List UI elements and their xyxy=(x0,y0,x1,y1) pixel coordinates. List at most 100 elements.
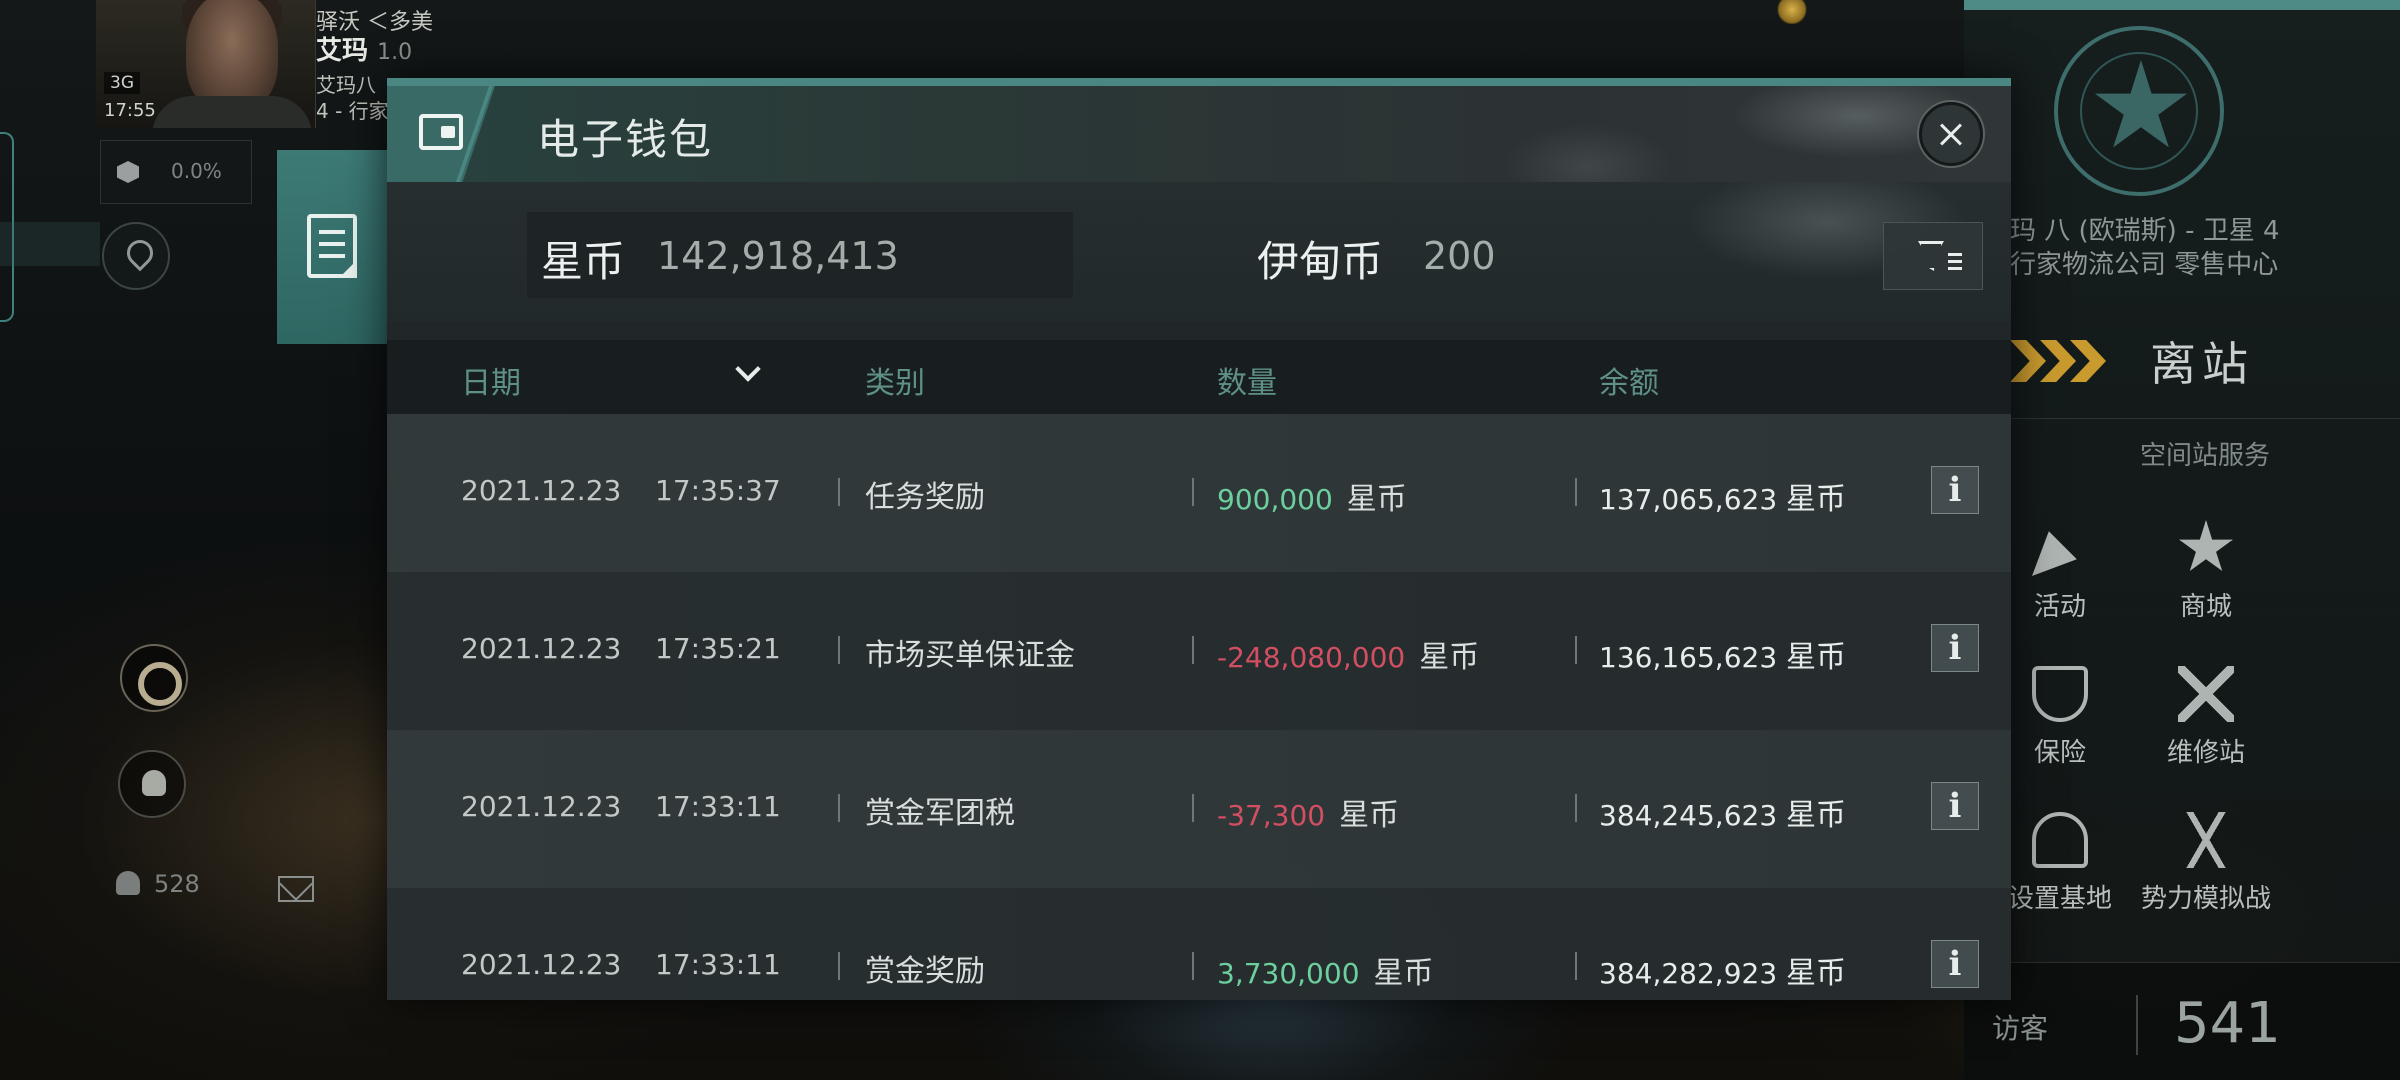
row-balance-value: 384,245,623 xyxy=(1599,799,1778,832)
info-icon[interactable]: i xyxy=(1931,782,1979,830)
row-balance-unit: 星币 xyxy=(1786,798,1847,833)
service-set-base[interactable]: 设置基地 xyxy=(1990,812,2130,915)
cargo-percent: 0.0% xyxy=(171,159,222,183)
balance-row: 星币 142,918,413 伊甸币 200 xyxy=(387,182,2011,322)
service-shop[interactable]: 商城 xyxy=(2136,520,2276,623)
chevron-right-icon xyxy=(2010,340,2046,382)
row-balance: 384,282,923 星币 xyxy=(1599,948,1846,992)
row-date: 2021.12.23 xyxy=(461,632,622,665)
row-category: 任务奖励 xyxy=(865,480,985,515)
row-balance-value: 137,065,623 xyxy=(1599,483,1778,516)
undock-button[interactable]: 离站 xyxy=(2010,318,2400,398)
row-amount: 900,000 星币 xyxy=(1217,474,1407,518)
row-date: 2021.12.23 xyxy=(461,790,622,823)
column-divider xyxy=(1575,952,1577,980)
corporation-emblem-icon[interactable] xyxy=(2054,26,2224,196)
system-name: 艾玛 xyxy=(316,36,369,66)
wallet-dialog: 电子钱包 星币 142,918,413 伊甸币 200 日期 类别 数量 余额 … xyxy=(387,78,2011,1000)
shop-star-icon xyxy=(2179,520,2233,571)
info-icon[interactable]: i xyxy=(1931,624,1979,672)
close-button[interactable] xyxy=(1919,102,1983,166)
row-amount: -37,300 星币 xyxy=(1217,790,1399,834)
crossed-flags-icon xyxy=(2178,812,2234,868)
clock-time: 17:55 xyxy=(104,100,156,121)
row-amount-unit: 星币 xyxy=(1339,798,1400,833)
row-date: 2021.12.23 xyxy=(461,474,622,507)
column-balance: 余额 xyxy=(1599,366,1659,401)
isk-balance: 伊甸币 200 xyxy=(1243,212,1723,298)
row-amount-value: -248,080,000 xyxy=(1217,641,1406,674)
station-short-line2: 4 - 行家 xyxy=(316,99,389,123)
undock-label: 离站 xyxy=(2150,337,2254,391)
system-name-line[interactable]: 艾玛 1.0 xyxy=(316,30,412,67)
row-amount: 3,730,000 星币 xyxy=(1217,948,1434,992)
row-amount-unit: 星币 xyxy=(1373,956,1434,991)
column-date[interactable]: 日期 xyxy=(461,358,521,402)
column-divider xyxy=(1192,952,1194,980)
station-short-name[interactable]: 艾玛八 4 - 行家 xyxy=(316,72,396,124)
column-divider xyxy=(1575,794,1577,822)
transactions-header: 日期 类别 数量 余额 xyxy=(387,340,2011,414)
row-balance-unit: 星币 xyxy=(1786,482,1847,517)
row-amount-unit: 星币 xyxy=(1346,482,1407,517)
row-amount-value: 900,000 xyxy=(1217,483,1333,516)
row-balance-value: 136,165,623 xyxy=(1599,641,1778,674)
station-name-line1: 玛 八 (欧瑞斯) - 卫星 4 xyxy=(2010,216,2280,246)
column-divider xyxy=(1192,478,1194,506)
mail-icon[interactable] xyxy=(278,876,314,902)
row-category: 赏金奖励 xyxy=(865,954,985,989)
security-status: 1.0 xyxy=(377,40,413,65)
online-count-value: 528 xyxy=(154,870,200,898)
row-balance: 137,065,623 星币 xyxy=(1599,474,1846,518)
cargo-indicator[interactable]: 0.0% xyxy=(100,140,252,204)
column-amount: 数量 xyxy=(1217,366,1277,401)
transaction-row[interactable]: 2021.12.23 17:33:11 赏金奖励 3,730,000 星币 384… xyxy=(387,888,2011,1000)
service-insurance[interactable]: 保险 xyxy=(1990,666,2130,769)
party-popper-icon xyxy=(2032,531,2077,576)
row-amount-unit: 星币 xyxy=(1419,640,1480,675)
isk-label: 伊甸币 xyxy=(1257,237,1384,286)
transaction-row[interactable]: 2021.12.23 17:35:21 市场买单保证金 -248,080,000… xyxy=(387,572,2011,730)
online-count[interactable]: 528 xyxy=(116,870,200,898)
gold-ornament-icon xyxy=(1776,0,1808,24)
filter-button[interactable] xyxy=(1883,222,1983,290)
side-strip xyxy=(0,222,100,266)
transaction-row[interactable]: 2021.12.23 17:35:37 任务奖励 900,000 星币 137,0… xyxy=(387,414,2011,572)
visitors-label: 访客 xyxy=(1992,1012,2049,1045)
location-pin-icon[interactable] xyxy=(102,222,170,290)
game-screen: 3G 17:55 驿沃 ＜多美 艾玛 1.0 艾玛八 4 - 行家 0.0% 5… xyxy=(0,0,2400,1080)
wallet-accent-bar xyxy=(387,78,2011,86)
repair-wrench-icon xyxy=(2178,666,2234,722)
service-events[interactable]: 活动 xyxy=(1990,520,2130,623)
star-coin-value: 142,918,413 xyxy=(657,234,899,278)
transaction-row[interactable]: 2021.12.23 17:33:11 赏金军团税 -37,300 星币 384,… xyxy=(387,730,2011,888)
wallet-side-tab[interactable] xyxy=(277,150,387,344)
sort-chevron-down-icon[interactable] xyxy=(735,356,761,382)
person-icon xyxy=(116,871,140,895)
row-time: 17:35:21 xyxy=(655,632,781,665)
row-balance-unit: 星币 xyxy=(1786,956,1847,991)
row-balance: 136,165,623 星币 xyxy=(1599,632,1846,676)
row-amount-value: 3,730,000 xyxy=(1217,957,1360,990)
info-icon[interactable]: i xyxy=(1931,940,1979,988)
service-faction-warfare[interactable]: 势力模拟战 xyxy=(2136,812,2276,915)
target-icon[interactable] xyxy=(120,644,188,712)
row-date: 2021.12.23 xyxy=(461,948,622,981)
visitors-bar[interactable]: 访客 541 xyxy=(1964,962,2400,1080)
star-coin-label: 星币 xyxy=(541,237,626,286)
signal-badge: 3G xyxy=(104,72,140,94)
column-divider xyxy=(838,636,840,664)
column-divider xyxy=(1575,478,1577,506)
row-time: 17:35:37 xyxy=(655,474,781,507)
station-short-line1: 艾玛八 xyxy=(316,73,376,97)
headset-icon[interactable] xyxy=(118,750,186,818)
column-category: 类别 xyxy=(865,366,925,401)
cargo-icon xyxy=(117,161,139,183)
row-balance: 384,245,623 星币 xyxy=(1599,790,1846,834)
star-coin-balance: 星币 142,918,413 xyxy=(527,212,1073,298)
info-icon[interactable]: i xyxy=(1931,466,1979,514)
service-repair[interactable]: 维修站 xyxy=(2136,666,2276,769)
row-amount: -248,080,000 星币 xyxy=(1217,632,1479,676)
column-divider xyxy=(1575,636,1577,664)
service-label: 保险 xyxy=(2033,738,2086,768)
